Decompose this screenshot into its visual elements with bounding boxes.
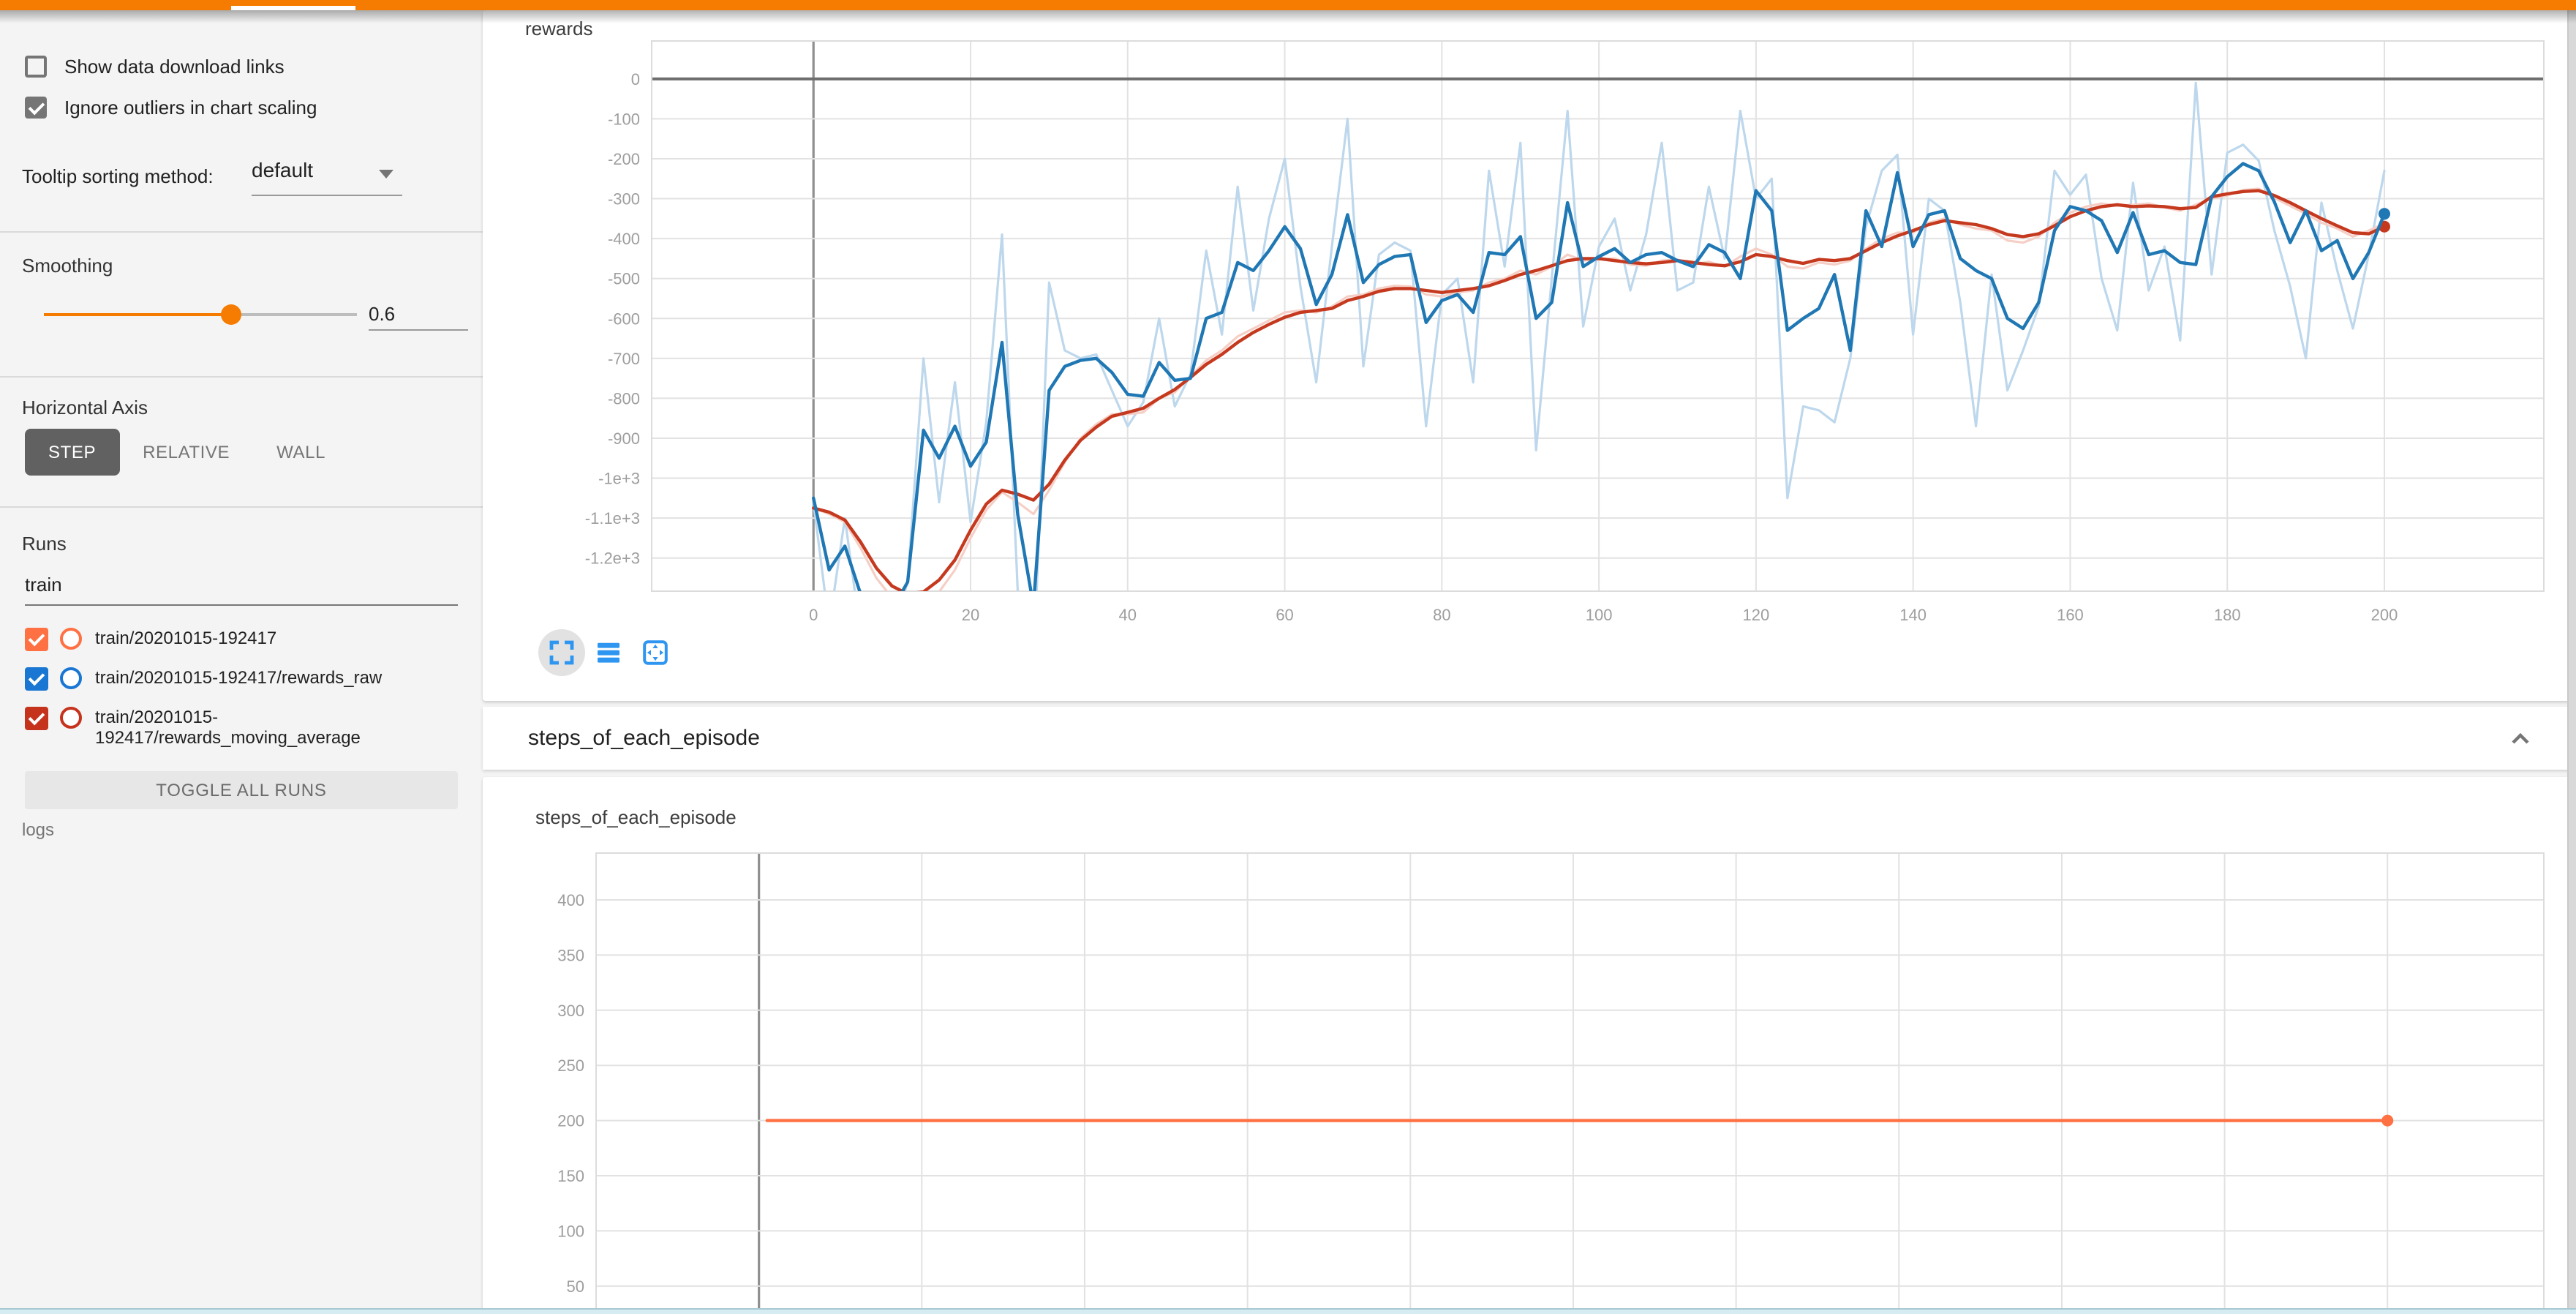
svg-text:-1.1e+3: -1.1e+3 [585, 509, 640, 528]
rewards-chart-card: rewards 0-100-200-300-400-500-600-700-80… [483, 10, 2570, 701]
svg-text:200: 200 [557, 1112, 584, 1130]
svg-text:-300: -300 [608, 190, 640, 209]
dropdown-underline [252, 195, 402, 196]
run-checkbox-icon[interactable] [25, 707, 48, 730]
svg-text:80: 80 [1433, 606, 1450, 624]
fit-domain-button[interactable] [632, 629, 679, 676]
tooltip-sorting-value: default [252, 158, 313, 181]
svg-text:-1.2e+3: -1.2e+3 [585, 549, 640, 568]
run-color-radio-icon[interactable] [60, 707, 82, 729]
steps-line-chart[interactable]: 400 350 300 250 200 150 100 50 [483, 777, 2570, 1314]
svg-text:150: 150 [557, 1167, 584, 1185]
run-color-radio-icon[interactable] [60, 667, 82, 689]
tooltip-sorting-label: Tooltip sorting method: [22, 165, 214, 187]
svg-text:350: 350 [557, 946, 584, 964]
section-header-steps-of-each-episode[interactable]: steps_of_each_episode [483, 707, 2570, 770]
smoothing-label: Smoothing [22, 255, 113, 277]
smoothing-value-underline [369, 329, 468, 331]
runs-label: Runs [22, 533, 67, 555]
checkbox-checked-icon[interactable] [25, 97, 47, 119]
svg-text:-1e+3: -1e+3 [598, 470, 640, 488]
svg-text:50: 50 [567, 1277, 584, 1296]
collapse-chevron-icon[interactable] [2503, 721, 2538, 757]
checkbox-unchecked-icon[interactable] [25, 56, 47, 78]
smoothing-slider-thumb[interactable] [222, 304, 242, 325]
tensorboard-app: Show data download links Ignore outliers … [0, 0, 2576, 1314]
active-tab-indicator [231, 6, 355, 10]
horizontal-scrollbar[interactable] [0, 1308, 2576, 1314]
divider [0, 231, 483, 233]
svg-text:-700: -700 [608, 350, 640, 368]
svg-text:-200: -200 [608, 150, 640, 168]
run-row[interactable]: train/20201015-192417/rewards_moving_ave… [25, 707, 464, 748]
svg-text:20: 20 [962, 606, 979, 624]
horizontal-axis-label: Horizontal Axis [22, 397, 148, 418]
run-label: train/20201015-192417 [95, 628, 276, 648]
run-row[interactable]: train/20201015-192417/rewards_raw [25, 667, 464, 691]
option-checkbox-label: Ignore outliers in chart scaling [64, 97, 317, 119]
run-list: train/20201015-192417 train/20201015-1924… [25, 628, 464, 764]
fullscreen-button[interactable] [538, 629, 585, 676]
svg-text:250: 250 [557, 1056, 584, 1075]
settings-sidebar: Show data download links Ignore outliers … [0, 10, 483, 1314]
svg-text:60: 60 [1276, 606, 1293, 624]
fit-domain-icon [642, 639, 669, 666]
axis-option-wall[interactable]: WALL [253, 429, 349, 476]
run-checkbox-icon[interactable] [25, 628, 48, 651]
svg-text:-100: -100 [608, 110, 640, 128]
svg-text:0: 0 [809, 606, 818, 624]
rewards-line-chart[interactable]: 0 -100 -200 -300 -400 -500 -600 -700 -800 -900 -1e… [483, 10, 2570, 701]
steps-chart-card: steps_of_each_episode 400350300250200150… [483, 777, 2570, 1314]
section-title: steps_of_each_episode [528, 726, 760, 751]
svg-text:300: 300 [557, 1002, 584, 1020]
svg-text:40: 40 [1119, 606, 1137, 624]
smoothing-value-input[interactable]: 0.6 [369, 303, 468, 325]
divider [0, 506, 483, 508]
toggle-all-runs-button[interactable]: TOGGLE ALL RUNS [25, 771, 458, 809]
svg-text:-800: -800 [608, 389, 640, 408]
data-table-icon [595, 639, 622, 666]
option-checkbox-label: Show data download links [64, 56, 285, 78]
run-label: train/20201015-192417/rewards_moving_ave… [95, 707, 464, 748]
svg-text:-600: -600 [608, 309, 640, 328]
dropdown-arrow-icon [379, 170, 393, 179]
data-table-button[interactable] [585, 629, 632, 676]
fullscreen-icon [549, 639, 575, 666]
chart-toolbar [483, 629, 775, 679]
svg-text:200: 200 [2371, 606, 2398, 624]
svg-text:140: 140 [1899, 606, 1927, 624]
axis-option-step[interactable]: STEP [25, 429, 119, 476]
option-checkbox-row[interactable]: Ignore outliers in chart scaling [25, 97, 317, 119]
run-label: train/20201015-192417/rewards_raw [95, 667, 382, 688]
svg-text:0: 0 [631, 70, 640, 89]
divider [0, 376, 483, 378]
svg-text:400: 400 [557, 891, 584, 909]
smoothing-slider[interactable] [44, 313, 357, 316]
svg-text:180: 180 [2214, 606, 2241, 624]
smoothing-slider-fill [44, 313, 232, 316]
run-checkbox-icon[interactable] [25, 667, 48, 691]
run-row[interactable]: train/20201015-192417 [25, 628, 464, 651]
svg-text:-900: -900 [608, 429, 640, 448]
vertical-scrollbar[interactable] [2567, 10, 2576, 1314]
svg-text:120: 120 [1743, 606, 1770, 624]
svg-text:100: 100 [557, 1222, 584, 1240]
runs-filter-input[interactable] [25, 574, 458, 606]
svg-text:-500: -500 [608, 270, 640, 288]
horizontal-axis-buttons: STEPRELATIVEWALL [25, 429, 349, 476]
tooltip-sorting-dropdown[interactable]: default [252, 158, 402, 193]
axis-option-relative[interactable]: RELATIVE [119, 429, 253, 476]
top-app-bar [0, 0, 2576, 10]
logs-directory-label: logs [22, 819, 54, 840]
svg-text:-400: -400 [608, 230, 640, 248]
option-checkbox-row[interactable]: Show data download links [25, 56, 285, 78]
svg-text:100: 100 [1586, 606, 1613, 624]
run-color-radio-icon[interactable] [60, 628, 82, 650]
svg-text:160: 160 [2057, 606, 2084, 624]
